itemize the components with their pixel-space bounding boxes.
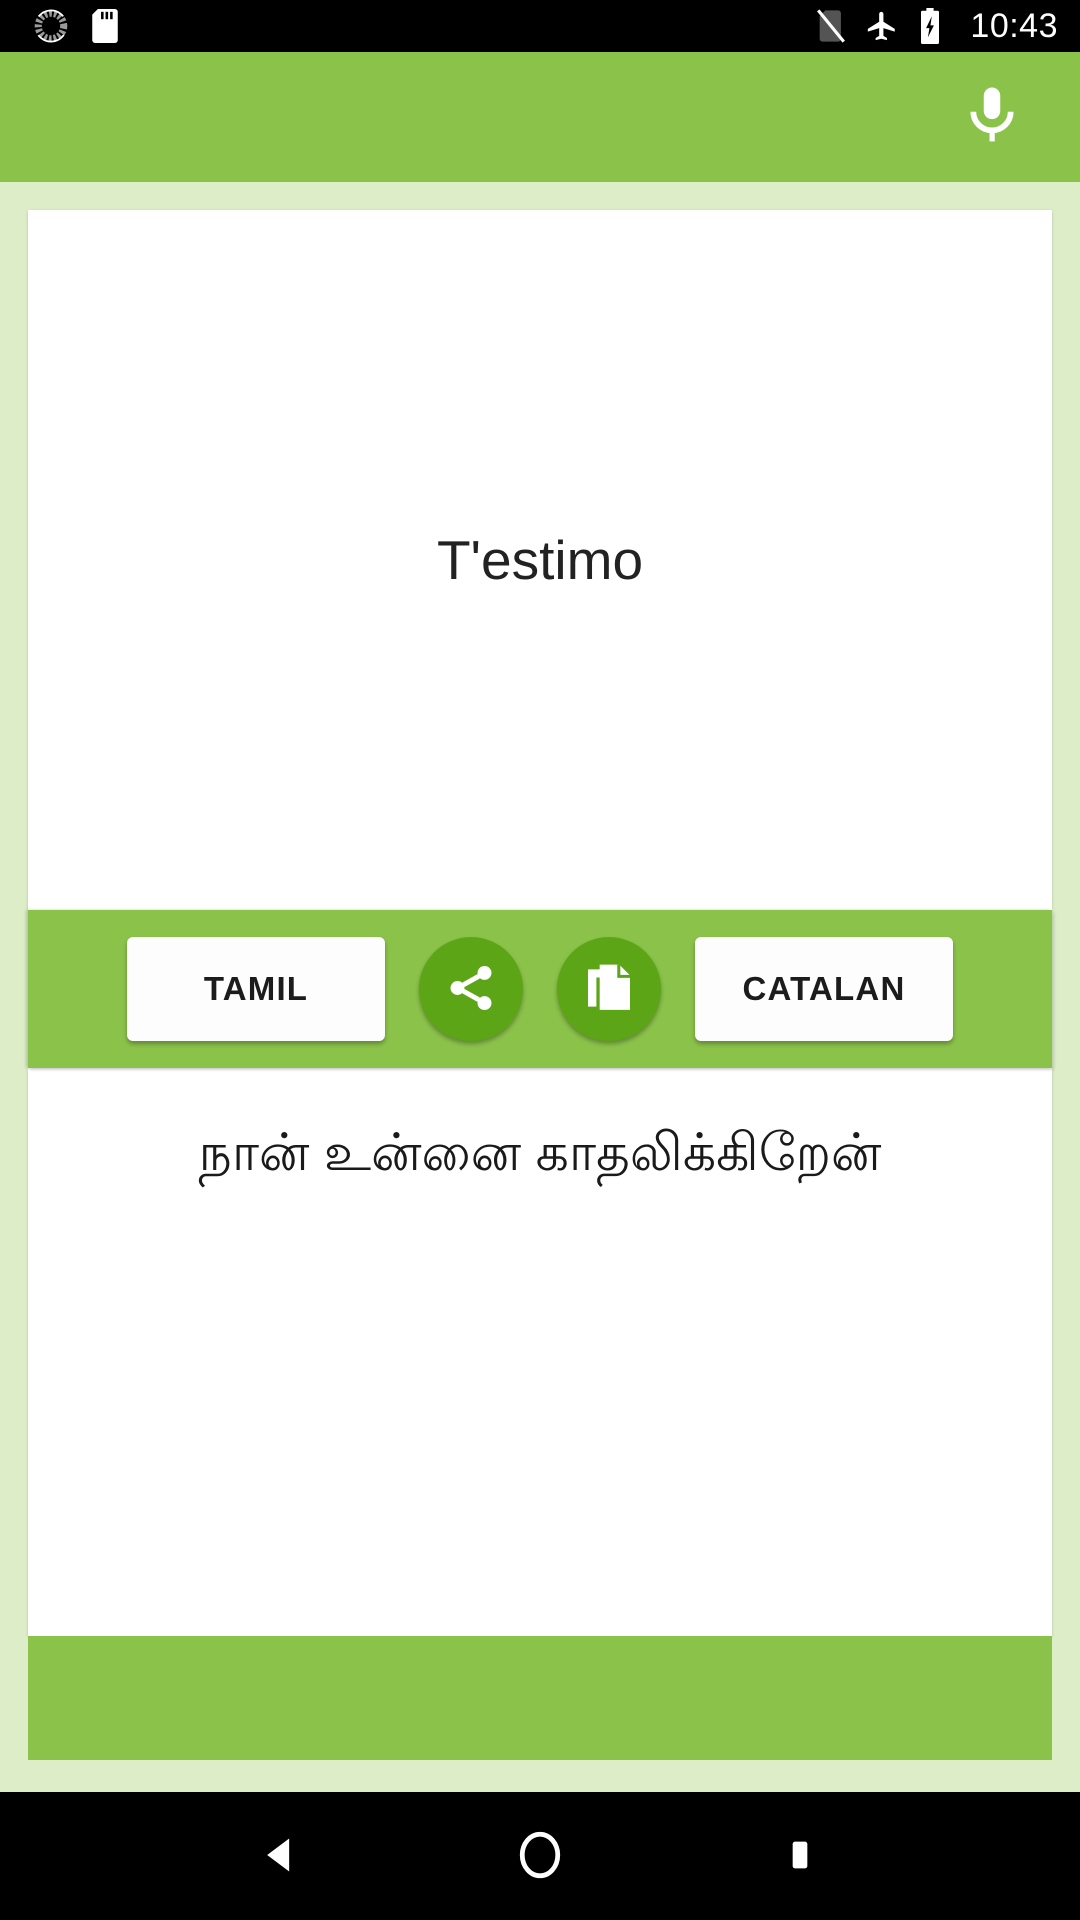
status-bar: 10:43 bbox=[0, 0, 1080, 52]
back-icon bbox=[258, 1833, 302, 1880]
nav-back-button[interactable] bbox=[220, 1808, 340, 1904]
recents-icon bbox=[780, 1833, 820, 1880]
copy-button[interactable] bbox=[557, 937, 661, 1041]
sd-card-icon bbox=[90, 9, 120, 43]
content-area: T'estimo TAMIL CATALAN நான் உன்னை காதலிக… bbox=[0, 182, 1080, 1792]
status-bar-right-icons: 10:43 bbox=[816, 7, 1058, 46]
nav-home-button[interactable] bbox=[480, 1808, 600, 1904]
footer-band bbox=[28, 1636, 1052, 1760]
app-bar bbox=[0, 52, 1080, 182]
target-text: நான் உன்னை காதலிக்கிறேன் bbox=[198, 1124, 882, 1182]
android-nav-bar bbox=[0, 1792, 1080, 1920]
airplane-mode-icon bbox=[864, 9, 900, 43]
microphone-button[interactable] bbox=[944, 69, 1040, 165]
battery-charging-icon bbox=[918, 8, 942, 44]
sync-spinner-icon bbox=[34, 9, 68, 43]
share-icon bbox=[444, 961, 498, 1018]
translation-toolbar: TAMIL CATALAN bbox=[28, 910, 1052, 1068]
target-language-button[interactable]: CATALAN bbox=[695, 937, 953, 1041]
status-bar-clock: 10:43 bbox=[970, 6, 1058, 45]
source-text-card[interactable]: T'estimo bbox=[28, 210, 1052, 910]
status-bar-left-icons bbox=[34, 9, 120, 43]
microphone-icon bbox=[959, 78, 1025, 157]
source-language-button[interactable]: TAMIL bbox=[127, 937, 385, 1041]
phone-screen: 10:43 T'estimo TAMIL CATALAN நான் உன்னை … bbox=[0, 0, 1080, 1920]
source-text: T'estimo bbox=[436, 528, 644, 591]
copy-icon bbox=[583, 960, 635, 1019]
share-button[interactable] bbox=[419, 937, 523, 1041]
target-text-card[interactable]: நான் உன்னை காதலிக்கிறேன் bbox=[28, 1068, 1052, 1636]
home-icon bbox=[514, 1829, 566, 1884]
nav-recents-button[interactable] bbox=[740, 1808, 860, 1904]
no-sim-icon bbox=[816, 9, 846, 43]
